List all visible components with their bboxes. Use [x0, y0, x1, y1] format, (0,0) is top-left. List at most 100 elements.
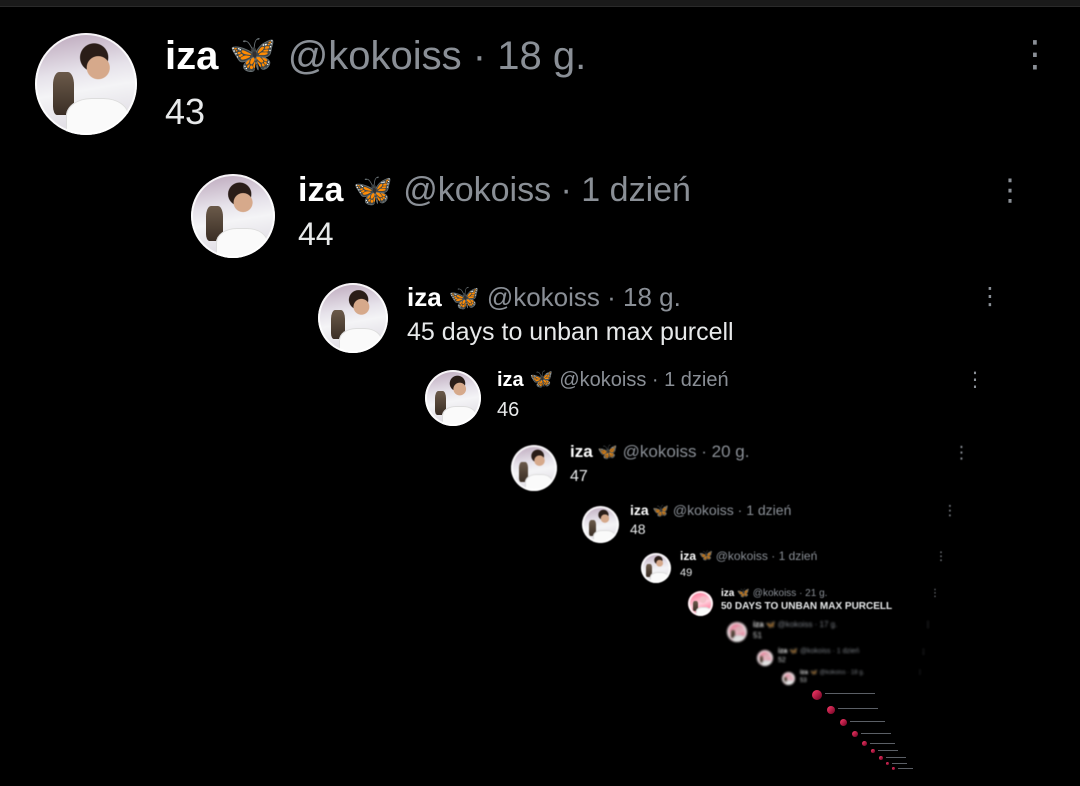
display-name[interactable]: iza — [497, 368, 524, 392]
post-header: iza 🦋 @kokoiss · 1 dzień — [497, 368, 729, 392]
more-options-icon[interactable]: ⋮ — [965, 370, 985, 390]
avatar[interactable] — [35, 33, 137, 135]
post-text: 46 — [497, 399, 520, 421]
butterfly-icon: 🦋 — [448, 283, 480, 312]
butterfly-icon: 🦋 — [810, 670, 818, 676]
more-options-icon[interactable]: ⋮ — [920, 649, 927, 656]
avatar-ring — [318, 283, 388, 353]
display-name[interactable]: iza — [721, 588, 734, 600]
post-text: 50 DAYS TO UNBAN MAX PURCELL — [721, 601, 893, 612]
post-header: iza 🦋 @kokoiss · 17 g. — [753, 620, 837, 630]
nested-avatar-fragment — [827, 706, 835, 714]
display-name[interactable]: iza — [165, 32, 218, 80]
nested-avatar-fragment — [852, 731, 858, 737]
avatar[interactable] — [511, 445, 557, 491]
nested-avatar-fragment — [840, 719, 847, 726]
post-text: 48 — [630, 521, 646, 537]
handle-timestamp[interactable]: @kokoiss · 1 dzień — [559, 368, 728, 392]
display-name[interactable]: iza — [407, 282, 442, 313]
handle-timestamp[interactable]: @kokoiss · 18 g. — [288, 32, 587, 80]
nested-avatar-fragment — [862, 741, 867, 746]
top-divider — [0, 0, 1080, 7]
avatar-ring — [582, 506, 619, 543]
nested-text-fragment — [838, 708, 878, 709]
butterfly-icon: 🦋 — [529, 368, 554, 390]
handle-timestamp[interactable]: @kokoiss · 17 g. — [778, 620, 838, 630]
post-text: 52 — [778, 657, 786, 664]
handle-timestamp[interactable]: @kokoiss · 21 g. — [753, 588, 828, 600]
more-options-icon[interactable]: ⋮ — [953, 444, 970, 461]
post-text: 51 — [753, 631, 762, 640]
avatar-ring — [191, 174, 275, 258]
avatar-ring — [727, 622, 747, 642]
nested-text-fragment — [870, 743, 895, 744]
handle-timestamp[interactable]: @kokoiss · 1 dzień — [716, 549, 818, 563]
nested-text-fragment — [878, 750, 898, 751]
display-name[interactable]: iza — [778, 648, 787, 656]
avatar[interactable] — [425, 370, 481, 426]
display-name[interactable]: iza — [630, 502, 649, 519]
display-name[interactable]: iza — [570, 442, 593, 462]
handle-timestamp[interactable]: @kokoiss · 18 g. — [820, 670, 865, 677]
handle-timestamp[interactable]: @kokoiss · 20 g. — [623, 442, 750, 462]
avatar-ring — [757, 650, 773, 666]
nested-avatar-fragment — [812, 690, 822, 700]
avatar[interactable] — [757, 650, 773, 666]
post-header: iza 🦋 @kokoiss · 1 dzień — [630, 502, 791, 519]
more-options-icon[interactable]: ⋮ — [1017, 36, 1053, 72]
post-header: iza 🦋 @kokoiss · 1 dzień — [680, 549, 817, 563]
avatar[interactable] — [727, 622, 747, 642]
post-text: 53 — [800, 678, 807, 684]
more-options-icon[interactable]: ⋮ — [930, 589, 940, 599]
butterfly-icon: 🦋 — [597, 443, 618, 461]
post-text: 47 — [570, 468, 588, 485]
more-options-icon[interactable]: ⋮ — [935, 550, 947, 562]
butterfly-icon: 🦋 — [699, 549, 713, 562]
avatar-ring — [641, 553, 671, 583]
nested-avatar-fragment — [886, 762, 889, 765]
avatar[interactable] — [582, 506, 619, 543]
nested-avatar-fragment — [879, 756, 883, 760]
post-header: iza 🦋 @kokoiss · 20 g. — [570, 442, 749, 462]
butterfly-icon: 🦋 — [765, 620, 776, 629]
more-options-icon[interactable]: ⋮ — [943, 503, 957, 517]
avatar[interactable] — [688, 591, 713, 616]
butterfly-icon: 🦋 — [229, 34, 277, 77]
nested-text-fragment — [898, 768, 913, 769]
display-name[interactable]: iza — [298, 170, 343, 211]
handle-timestamp[interactable]: @kokoiss · 1 dzień — [673, 502, 791, 519]
post-header: iza 🦋 @kokoiss · 18 g. — [165, 32, 586, 80]
nested-text-fragment — [892, 763, 907, 764]
display-name[interactable]: iza — [753, 620, 764, 630]
handle-timestamp[interactable]: @kokoiss · 1 dzień — [800, 648, 859, 656]
nested-text-fragment — [850, 721, 885, 722]
more-options-icon[interactable]: ⋮ — [978, 285, 1002, 309]
avatar[interactable] — [782, 672, 795, 685]
post-header: iza 🦋 @kokoiss · 1 dzień — [778, 648, 859, 656]
butterfly-icon: 🦋 — [353, 172, 394, 209]
avatar-ring — [688, 591, 713, 616]
avatar[interactable] — [641, 553, 671, 583]
post-text: 44 — [298, 216, 334, 252]
post-header: iza 🦋 @kokoiss · 1 dzień — [298, 170, 691, 211]
avatar-ring — [425, 370, 481, 426]
display-name[interactable]: iza — [680, 549, 696, 563]
more-options-icon[interactable]: ⋮ — [924, 621, 932, 629]
more-options-icon[interactable]: ⋮ — [917, 670, 923, 676]
display-name[interactable]: iza — [800, 670, 808, 677]
avatar-ring — [782, 672, 795, 685]
butterfly-icon: 🦋 — [652, 502, 669, 518]
handle-timestamp[interactable]: @kokoiss · 18 g. — [487, 282, 681, 313]
post-text: 45 days to unban max purcell — [407, 318, 734, 346]
post-header: iza 🦋 @kokoiss · 18 g. — [800, 670, 864, 677]
more-options-icon[interactable]: ⋮ — [995, 176, 1025, 206]
post-text: 43 — [165, 91, 206, 132]
avatar[interactable] — [191, 174, 275, 258]
avatar[interactable] — [318, 283, 388, 353]
post-header: iza 🦋 @kokoiss · 18 g. — [407, 282, 681, 313]
butterfly-icon: 🦋 — [789, 648, 799, 655]
nested-avatar-fragment — [892, 767, 895, 770]
post-header: iza 🦋 @kokoiss · 21 g. — [721, 588, 827, 600]
nested-text-fragment — [825, 693, 875, 694]
handle-timestamp[interactable]: @kokoiss · 1 dzień — [403, 170, 691, 211]
